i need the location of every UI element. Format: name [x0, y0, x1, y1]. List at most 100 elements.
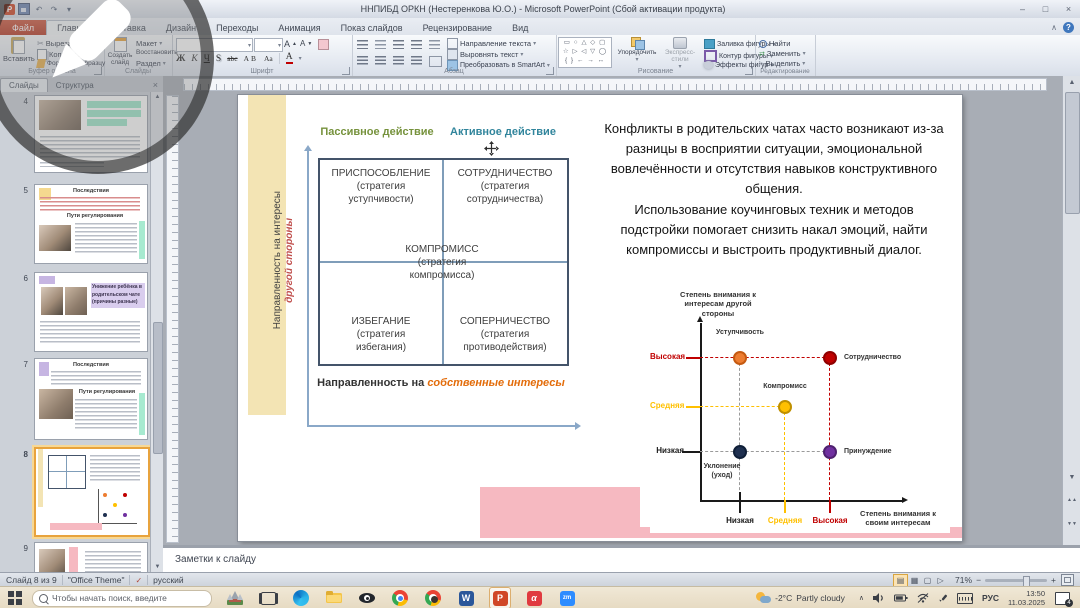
castle-wallpaper-icon[interactable] [225, 588, 245, 608]
view-slideshow-icon[interactable]: ▷ [934, 575, 947, 586]
task-view-icon[interactable] [258, 588, 278, 608]
theme-name[interactable]: "Office Theme" [68, 575, 125, 585]
spellcheck-icon[interactable]: ✓ [135, 576, 142, 585]
pen-icon[interactable] [938, 593, 948, 603]
slide-thumbnail-6[interactable]: Унижение ребёнка в родительском чате (пр… [34, 272, 148, 352]
matrix-x-caption-black: Направленность на [317, 377, 424, 389]
slide-thumbnail-8-selected[interactable] [34, 447, 150, 537]
tab-transitions[interactable]: Переходы [206, 21, 268, 35]
help-icon[interactable]: ? [1063, 22, 1074, 33]
change-case-button[interactable]: Аа [264, 54, 273, 63]
current-slide[interactable]: Пассивное действие Активное действие ПРИ… [238, 95, 962, 541]
notification-center-icon[interactable]: 4 [1055, 592, 1070, 605]
view-reading-icon[interactable]: ▢ [921, 575, 934, 586]
chrome-profile-icon[interactable] [423, 588, 443, 608]
weather-text[interactable]: Partly cloudy [796, 593, 845, 603]
drawing-dialog-launcher[interactable] [745, 67, 753, 75]
select-icon: ▷ [759, 60, 764, 67]
justify-icon[interactable] [411, 56, 422, 65]
edge-icon[interactable] [291, 588, 311, 608]
zoom-app-icon[interactable]: zm [557, 588, 577, 608]
start-button[interactable] [8, 591, 22, 605]
strikethrough-button[interactable]: abc [227, 54, 237, 63]
view-slide-sorter-icon[interactable]: ▦ [908, 575, 921, 586]
panel-scroll-thumb[interactable] [153, 322, 163, 454]
tab-review[interactable]: Рецензирование [413, 21, 503, 35]
notes-pane[interactable]: Заметки к слайду [163, 545, 1080, 575]
fit-slide-to-window-button[interactable] [1061, 574, 1074, 586]
zoom-slider[interactable] [985, 579, 1047, 582]
align-text-button[interactable]: Выровнять текст▾ [447, 49, 523, 60]
indent-decrease-icon[interactable] [393, 40, 404, 49]
align-center-icon[interactable] [375, 56, 386, 65]
shrink-font-icon[interactable]: А▼ [300, 39, 312, 48]
input-language-indicator[interactable]: РУС [982, 593, 999, 603]
powerpoint-taskbar-icon[interactable]: P [489, 587, 511, 608]
ribbon-collapse-icon[interactable]: ∧ [1051, 23, 1057, 32]
tab-slideshow[interactable]: Показ слайдов [331, 21, 413, 35]
grow-font-icon[interactable]: А▲ [284, 39, 297, 49]
clear-formatting-icon[interactable] [318, 39, 329, 50]
slide-thumbnail-5[interactable]: Последствия Пути регулирования [34, 184, 148, 264]
thumb-text-lines [51, 371, 141, 385]
horizontal-ruler[interactable] [183, 78, 1047, 91]
previous-slide-button[interactable]: ▲▲ [1063, 496, 1080, 510]
point-label-coercion: Принуждение [844, 448, 916, 457]
view-normal-icon[interactable]: ▤ [893, 574, 908, 587]
next-slide-button[interactable]: ▼▼ [1063, 520, 1080, 534]
close-button[interactable]: × [1057, 2, 1080, 16]
find-button[interactable]: Найти [759, 39, 790, 48]
shapes-gallery[interactable]: ▭ ○ △ ◇ ▢ ☆ ▷ ◁ ▽ ◯ { } ← → ↔ [558, 37, 612, 68]
line-spacing-icon[interactable] [429, 40, 440, 49]
clock[interactable]: 13:50 11.03.2025 [1008, 589, 1045, 608]
tab-view[interactable]: Вид [502, 21, 538, 35]
minimize-button[interactable]: – [1011, 2, 1034, 16]
strategy-chart[interactable]: Степень внимания к интересам другой стор… [650, 287, 950, 533]
vertical-ruler[interactable] [166, 95, 179, 543]
battery-icon[interactable] [894, 594, 908, 602]
eye-app-icon[interactable] [357, 588, 377, 608]
scroll-up-icon[interactable]: ▲ [1063, 76, 1080, 90]
font-dialog-launcher[interactable] [342, 67, 350, 75]
network-icon[interactable] [917, 593, 929, 603]
tab-animations[interactable]: Анимация [268, 21, 330, 35]
paragraph-dialog-launcher[interactable] [546, 67, 554, 75]
scroll-down-icon[interactable]: ▼ [1063, 471, 1080, 485]
align-left-icon[interactable] [357, 56, 368, 65]
zoom-slider-thumb[interactable] [1023, 576, 1030, 587]
indent-increase-icon[interactable] [411, 40, 422, 49]
select-button[interactable]: ▷ Выделить▾ [759, 59, 805, 68]
ytick-high: Высокая [650, 352, 684, 362]
chrome-icon[interactable] [390, 588, 410, 608]
text-shadow-button[interactable]: S [216, 54, 221, 64]
file-explorer-icon[interactable] [324, 588, 344, 608]
volume-icon[interactable] [873, 593, 885, 603]
point-label-avoidance: Уклонение (уход) [692, 463, 752, 481]
quick-styles-button[interactable]: Экспресс-стили▾ [660, 37, 700, 70]
replace-button[interactable]: ⇄ Заменить▾ [759, 49, 806, 58]
slide-thumbnail-7[interactable]: Последствия Пути регулирования [34, 358, 148, 440]
scroll-thumb[interactable] [1065, 92, 1080, 214]
arrange-button[interactable]: Упорядочить▾ [616, 37, 658, 63]
thumb-text-lines [40, 321, 140, 345]
align-right-icon[interactable] [393, 56, 404, 65]
zoom-in-button[interactable]: + [1051, 575, 1056, 585]
numbering-icon[interactable] [375, 40, 386, 49]
panel-scrollbar[interactable]: ▲ ▼ [150, 92, 164, 572]
touch-keyboard-icon[interactable] [957, 593, 973, 604]
slide-scrollbar[interactable]: ▲ ▼ ▲▲ ▼▼ [1062, 76, 1080, 545]
weather-temp[interactable]: -2°C [775, 593, 792, 603]
columns-icon[interactable] [429, 56, 442, 67]
taskbar-search-input[interactable]: Чтобы начать поиск, введите [32, 590, 212, 607]
font-size-select[interactable]: ▾ [254, 38, 283, 52]
font-color-button[interactable]: А [286, 53, 293, 64]
character-spacing-button[interactable]: АВ [244, 54, 258, 63]
language-indicator[interactable]: русский [153, 575, 184, 585]
maximize-button[interactable]: □ [1034, 2, 1057, 16]
tray-chevron-icon[interactable]: ∧ [859, 594, 864, 602]
bullets-icon[interactable] [357, 40, 368, 49]
word-icon[interactable]: W [456, 588, 476, 608]
alpha-app-icon[interactable]: α [524, 588, 544, 608]
text-direction-button[interactable]: Направление текста▾ [447, 38, 536, 49]
zoom-out-button[interactable]: − [976, 575, 981, 585]
